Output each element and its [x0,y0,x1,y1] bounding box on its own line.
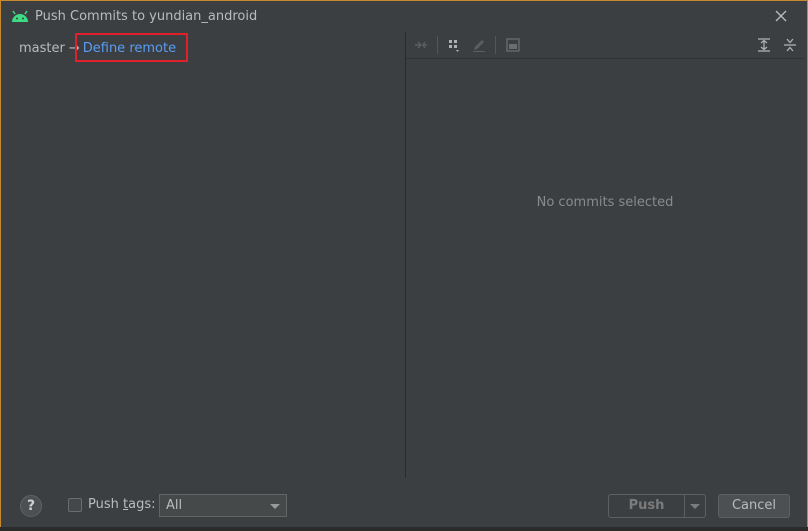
push-commits-dialog: Push Commits to yundian_android master → D… [0,0,808,529]
toolbar-separator [495,36,496,54]
edit-pencil-icon[interactable] [470,36,488,54]
push-tags-label: Push tags: [88,497,155,512]
title-bar: Push Commits to yundian_android [1,1,807,32]
no-commits-message: No commits selected [536,195,674,210]
push-tags-checkbox[interactable] [68,498,82,512]
commit-details-pane: No commits selected [406,32,804,478]
branch-arrow: → [68,41,80,56]
group-by-icon[interactable] [446,36,464,54]
android-icon [12,10,28,22]
details-toolbar [406,32,804,59]
push-options-dropdown[interactable] [685,495,705,517]
push-button[interactable]: Push [609,495,684,517]
close-icon[interactable] [771,6,791,26]
push-tags-label-post: ags: [128,497,156,512]
chevron-down-icon [270,504,280,509]
preview-icon[interactable] [504,36,522,54]
push-tags-label-pre: Push [88,497,123,512]
tags-select-value: All [166,498,183,513]
branch-row: master → Define remote [19,41,176,59]
collapse-all-icon[interactable] [781,36,799,54]
branch-pane: master → Define remote [4,32,404,478]
window-bottom-edge [0,527,808,531]
toolbar-separator [437,36,438,54]
dialog-footer: ? Push tags: All Push Cancel [1,478,807,528]
chevron-down-icon [690,504,700,509]
window-title: Push Commits to yundian_android [35,9,258,24]
diff-arrows-icon[interactable] [412,36,430,54]
cancel-button[interactable]: Cancel [718,494,790,518]
branch-name: master [19,41,65,56]
tags-select[interactable]: All [159,494,287,517]
expand-all-icon[interactable] [755,36,773,54]
push-split-button: Push [608,494,706,518]
define-remote-link[interactable]: Define remote [83,41,176,56]
help-button[interactable]: ? [20,495,42,517]
